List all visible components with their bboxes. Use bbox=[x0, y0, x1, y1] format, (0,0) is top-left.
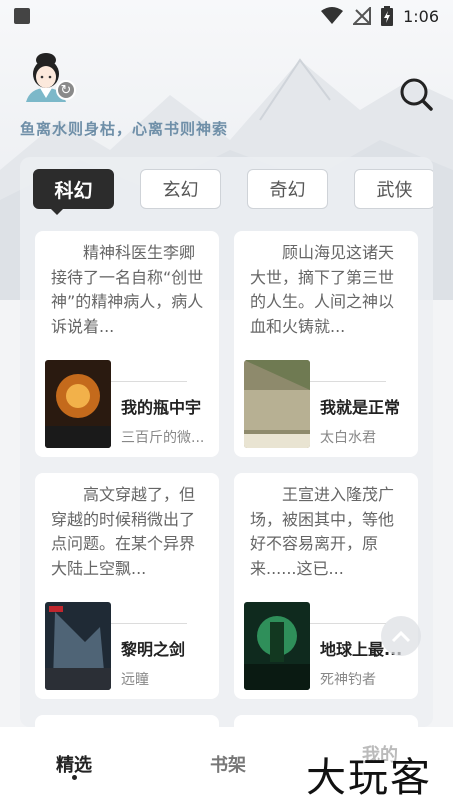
book-author: 三百斤的微... bbox=[121, 430, 205, 446]
back-to-top-button[interactable] bbox=[381, 616, 421, 656]
tab-fantasy[interactable]: 奇幻 bbox=[247, 169, 328, 209]
nav-featured[interactable]: 精选 bbox=[56, 751, 92, 777]
divider bbox=[310, 623, 386, 624]
book-card[interactable]: 顾山海见这诸天大世，摘下了第三世的人生。人间之神以血和火铸就... 我就是正常 … bbox=[234, 231, 418, 457]
book-cover bbox=[45, 360, 111, 448]
tab-xuanhuan[interactable]: 玄幻 bbox=[140, 169, 221, 209]
book-description: 顾山海见这诸天大世，摘下了第三世的人生。人间之神以血和火铸就... bbox=[250, 243, 395, 336]
tab-scifi[interactable]: 科幻 bbox=[33, 169, 114, 215]
search-icon[interactable] bbox=[398, 76, 434, 112]
content-panel: 科幻 玄幻 奇幻 武侠 精神科医生李卿接待了一名自称“创世神”的精神病人，病人诉… bbox=[20, 157, 433, 727]
wifi-icon bbox=[321, 7, 344, 24]
slogan-text: 鱼离水则身枯，心离书则神索 bbox=[20, 120, 229, 138]
category-tabs: 科幻 玄幻 奇幻 武侠 bbox=[33, 169, 433, 215]
book-description: 精神科医生李卿接待了一名自称“创世神”的精神病人，病人诉说着... bbox=[51, 243, 204, 336]
divider bbox=[310, 381, 386, 382]
book-title: 我的瓶中宇 bbox=[121, 398, 202, 417]
no-signal-icon bbox=[353, 7, 372, 25]
book-description: 王宣进入隆茂广场，被困其中，等他好不容易离开，原来......这已... bbox=[250, 485, 395, 578]
book-title: 我就是正常 bbox=[320, 398, 401, 417]
clock: 1:06 bbox=[403, 6, 439, 26]
nav-bookshelf[interactable]: 书架 bbox=[210, 751, 246, 777]
divider bbox=[111, 623, 187, 624]
sync-icon[interactable]: ↻ bbox=[56, 80, 76, 100]
book-card[interactable]: 精神科医生李卿接待了一名自称“创世神”的精神病人，病人诉说着... 我的瓶中宇 … bbox=[35, 231, 219, 457]
status-bar: 1:06 bbox=[0, 0, 453, 32]
book-card-partial[interactable] bbox=[35, 715, 219, 727]
book-author: 死神钓者 bbox=[320, 672, 376, 688]
watermark-logo: 大玩客 bbox=[306, 755, 432, 801]
book-card[interactable]: 王宣进入隆茂广场，被困其中，等他好不容易离开，原来......这已... 地球上… bbox=[234, 473, 418, 699]
divider bbox=[111, 381, 187, 382]
book-cover bbox=[244, 602, 310, 690]
bottom-navigation: 精选 书架 我的 大玩客 bbox=[0, 727, 453, 805]
book-description: 高文穿越了，但穿越的时候稍微出了点问题。在某个异界大陆上空飘... bbox=[51, 485, 196, 578]
active-indicator bbox=[72, 775, 77, 780]
status-icons: 1:06 bbox=[321, 6, 439, 26]
chevron-up-icon bbox=[391, 630, 411, 643]
book-author: 太白水君 bbox=[320, 430, 376, 446]
battery-icon bbox=[381, 6, 394, 26]
book-author: 远瞳 bbox=[121, 672, 149, 688]
book-cover bbox=[45, 602, 111, 690]
tab-wuxia[interactable]: 武侠 bbox=[354, 169, 433, 209]
book-title: 黎明之剑 bbox=[121, 640, 186, 659]
notification-icon bbox=[14, 8, 30, 24]
book-card[interactable]: 高文穿越了，但穿越的时候稍微出了点问题。在某个异界大陆上空飘... 黎明之剑 远… bbox=[35, 473, 219, 699]
book-cover bbox=[244, 360, 310, 448]
book-card-partial[interactable] bbox=[234, 715, 418, 727]
